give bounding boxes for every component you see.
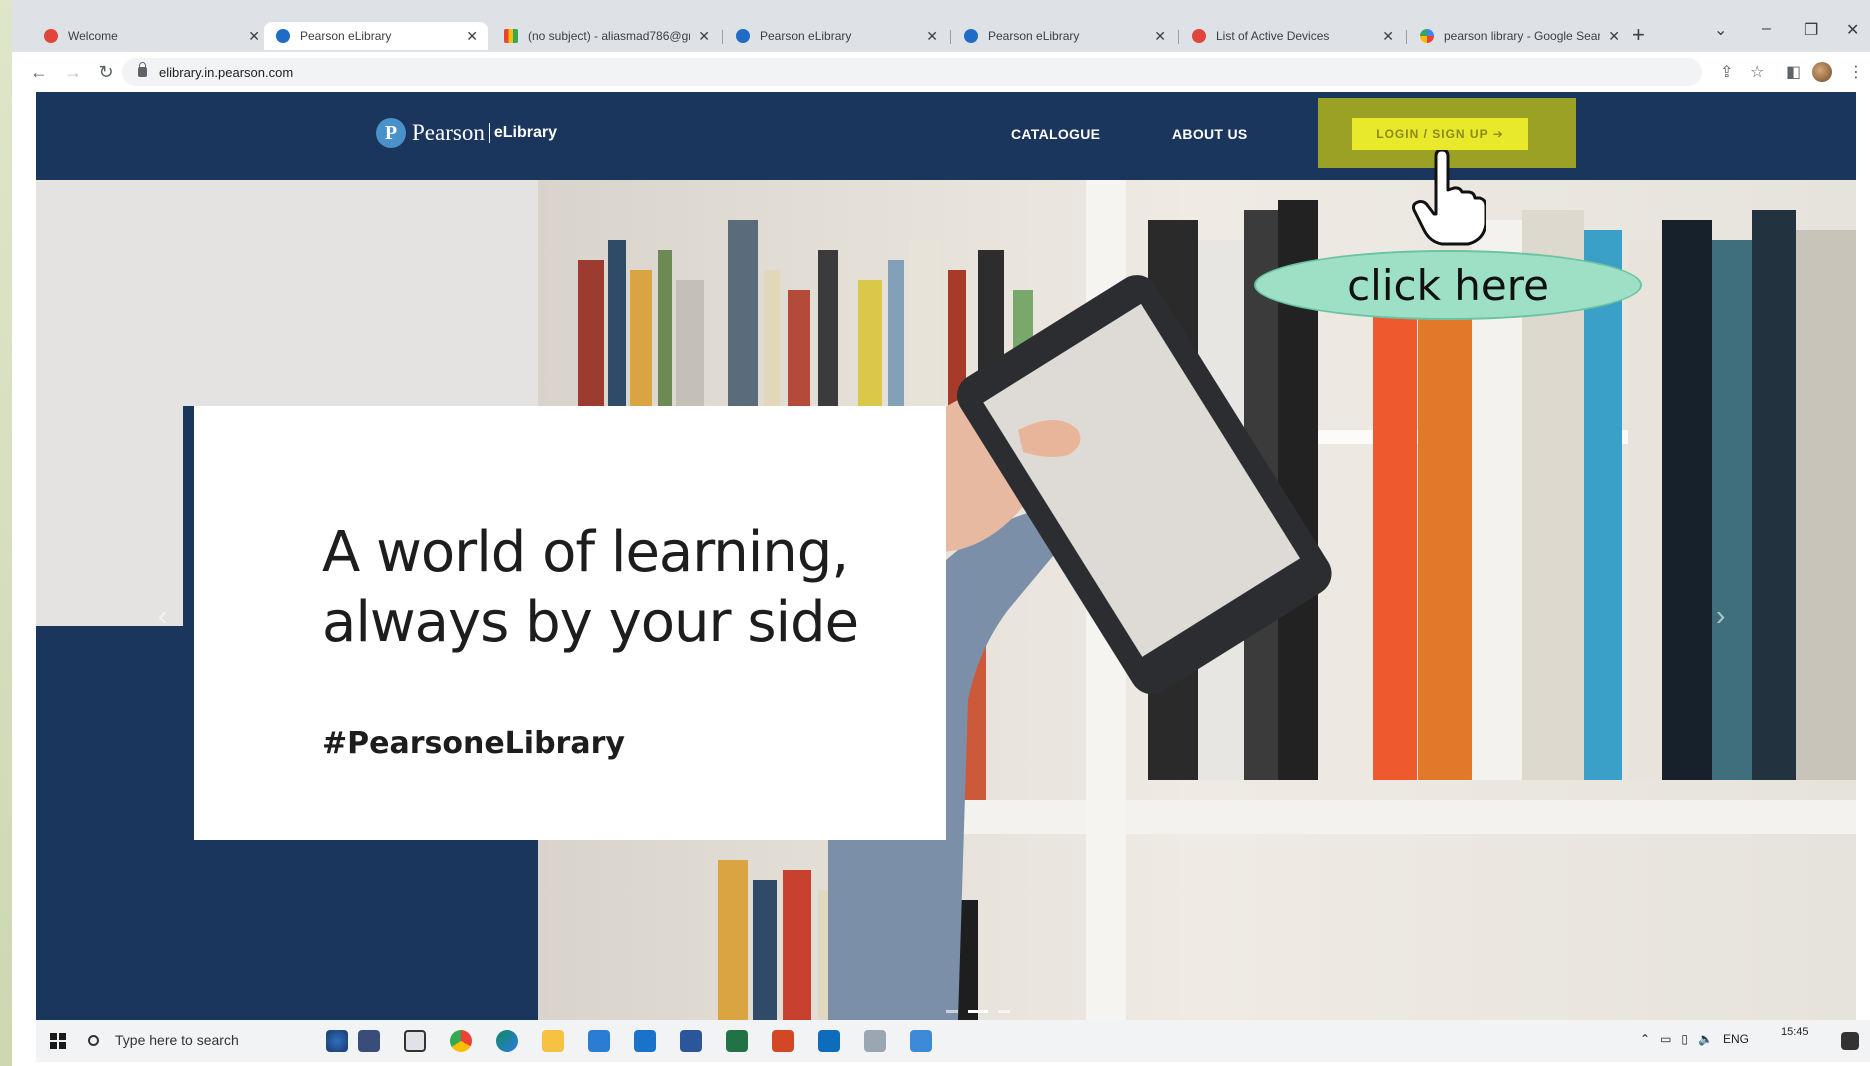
profile-avatar[interactable] (1812, 62, 1832, 82)
close-window-button[interactable]: ✕ (1846, 20, 1859, 40)
pearson-elibrary-logo[interactable]: P Pearson eLibrary (376, 118, 557, 148)
red-shield-icon (1192, 29, 1206, 43)
forward-arrow-icon[interactable]: → (64, 62, 82, 83)
tab-gmail[interactable]: (no subject) - aliasmad786@gm ✕ (492, 22, 720, 50)
tab-label: Pearson eLibrary (988, 29, 1080, 43)
taskbar-search[interactable]: Type here to search (88, 1032, 239, 1048)
close-icon[interactable]: ✕ (466, 28, 478, 45)
chevron-up-icon[interactable]: ⌃ (1640, 1032, 1650, 1046)
powerpoint-icon[interactable] (772, 1030, 794, 1052)
screen: Welcome ✕ Pearson eLibrary ✕ (no subject… (12, 0, 1870, 1066)
word-icon[interactable] (680, 1030, 702, 1052)
tab-search-icon[interactable]: ⌄ (1714, 20, 1727, 40)
browser-tab-strip: Welcome ✕ Pearson eLibrary ✕ (no subject… (12, 0, 1870, 52)
pearson-icon (964, 29, 978, 43)
pearson-icon (276, 29, 290, 43)
headline-line-2: always by your side (322, 590, 859, 655)
logo-sub: eLibrary (493, 124, 557, 141)
pointing-hand-cursor-icon (1412, 150, 1486, 246)
gmail-icon (504, 29, 518, 43)
carousel-dot[interactable] (998, 1010, 1010, 1013)
clock-time: 15:45 (1781, 1026, 1809, 1038)
taskbar-search-placeholder: Type here to search (115, 1032, 239, 1048)
calendar-app-icon[interactable] (634, 1030, 656, 1052)
headline-card: A world of learning, always by your side… (194, 406, 946, 840)
language-indicator[interactable]: ENG (1723, 1032, 1749, 1046)
bookmark-star-icon[interactable]: ☆ (1750, 62, 1764, 82)
carousel-dot[interactable] (946, 1010, 958, 1013)
address-bar[interactable]: elibrary.in.pearson.com (122, 58, 1702, 86)
red-shield-icon (44, 29, 58, 43)
reload-icon[interactable]: ↻ (98, 62, 114, 83)
tab-label: Pearson eLibrary (300, 29, 392, 43)
notification-icon[interactable] (1841, 1032, 1859, 1050)
close-icon[interactable]: ✕ (1382, 28, 1394, 45)
photos-icon[interactable] (910, 1030, 932, 1052)
nav-catalogue[interactable]: CATALOGUE (1011, 126, 1100, 142)
google-icon (1420, 29, 1434, 43)
close-icon[interactable]: ✕ (248, 28, 260, 45)
windows-start-icon[interactable] (50, 1033, 66, 1049)
hero-headline: A world of learning, always by your side (322, 518, 922, 658)
menu-kebab-icon[interactable]: ⋮ (1848, 62, 1864, 82)
click-here-callout: click here (1254, 250, 1642, 320)
tab-google-search[interactable]: pearson library - Google Search ✕ (1408, 22, 1630, 50)
drive-icon[interactable] (864, 1030, 886, 1052)
site-header: P Pearson eLibrary CATALOGUE ABOUT US LO… (36, 92, 1856, 180)
close-icon[interactable]: ✕ (698, 28, 710, 45)
tab-label: Welcome (68, 29, 118, 43)
pearson-p-icon: P (376, 118, 406, 148)
pearson-icon (736, 29, 750, 43)
side-panel-icon[interactable]: ◧ (1786, 62, 1801, 82)
tab-pearson-elibrary-active[interactable]: Pearson eLibrary ✕ (264, 22, 488, 50)
outlook-icon[interactable] (818, 1030, 840, 1052)
url-text: elibrary.in.pearson.com (159, 64, 294, 80)
store-icon[interactable] (588, 1030, 610, 1052)
tab-pearson-elibrary[interactable]: Pearson eLibrary ✕ (724, 22, 948, 50)
hero-hashtag: #PearsoneLibrary (322, 726, 625, 761)
tab-label: Pearson eLibrary (760, 29, 852, 43)
minimize-button[interactable]: – (1762, 20, 1771, 38)
task-view-icon[interactable] (404, 1030, 426, 1052)
headline-line-1: A world of learning, (322, 520, 849, 585)
share-icon[interactable]: ⇪ (1720, 62, 1733, 82)
lock-icon[interactable] (138, 62, 147, 77)
file-explorer-icon[interactable] (542, 1030, 564, 1052)
search-icon (88, 1034, 99, 1046)
taskbar-clock[interactable]: 15:45 (1781, 1026, 1809, 1038)
browser-toolbar: ← → ↻ elibrary.in.pearson.com ⇪ ☆ ◧ ⋮ (12, 52, 1870, 92)
carousel-dots (946, 1010, 1010, 1013)
new-tab-button[interactable]: + (1632, 22, 1645, 48)
pen-app-icon[interactable] (358, 1030, 380, 1052)
close-icon[interactable]: ✕ (1608, 28, 1620, 45)
tab-label: pearson library - Google Search (1444, 29, 1601, 43)
back-arrow-icon[interactable]: ← (30, 62, 48, 83)
nav-about-us[interactable]: ABOUT US (1172, 126, 1248, 142)
excel-icon[interactable] (726, 1030, 748, 1052)
close-icon[interactable]: ✕ (1154, 28, 1166, 45)
network-icon[interactable]: ▭ (1660, 1032, 1671, 1046)
carousel-prev-arrow-icon[interactable]: ‹ (158, 600, 167, 632)
windows-taskbar: Type here to search ⌃ ▭ ▯ 🔈 ENG 15:45 (36, 1020, 1870, 1062)
battery-icon[interactable]: ▯ (1681, 1032, 1688, 1046)
logo-divider (488, 123, 490, 143)
tab-pearson-elibrary[interactable]: Pearson eLibrary ✕ (952, 22, 1176, 50)
login-signup-button[interactable]: LOGIN / SIGN UP ➔ (1352, 118, 1528, 150)
carousel-next-arrow-icon[interactable]: › (1716, 600, 1725, 632)
close-icon[interactable]: ✕ (926, 28, 938, 45)
volume-icon[interactable]: 🔈 (1698, 1032, 1713, 1046)
edge-icon[interactable] (496, 1030, 518, 1052)
carousel-dot-active[interactable] (968, 1010, 988, 1013)
system-tray: ⌃ ▭ ▯ 🔈 ENG (1640, 1032, 1749, 1046)
tab-active-devices[interactable]: List of Active Devices ✕ (1180, 22, 1404, 50)
soccer-app-icon[interactable] (326, 1030, 348, 1052)
chrome-icon[interactable] (450, 1030, 472, 1052)
tab-welcome[interactable]: Welcome ✕ (32, 22, 270, 50)
restore-button[interactable]: ❐ (1804, 20, 1818, 40)
tab-label: List of Active Devices (1216, 29, 1330, 43)
tab-label: (no subject) - aliasmad786@gm (528, 29, 691, 43)
logo-word: Pearson (412, 120, 485, 145)
